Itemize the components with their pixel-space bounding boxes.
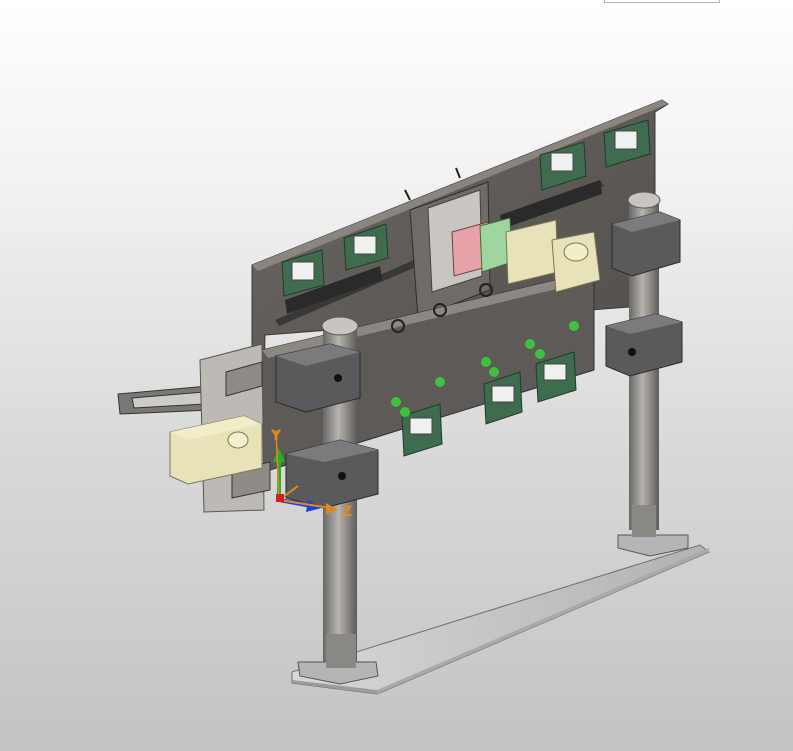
bearing-block-right-upper xyxy=(611,211,681,277)
bearing-block-right-lower xyxy=(605,313,683,377)
triad-y-label: Y xyxy=(270,428,282,444)
triad-z-label: Z xyxy=(342,504,352,520)
assembly-model[interactable]: Y Z xyxy=(0,0,793,751)
bearing-block-left-lower xyxy=(285,439,379,509)
cad-3d-viewport[interactable]: Y Z xyxy=(0,0,793,751)
